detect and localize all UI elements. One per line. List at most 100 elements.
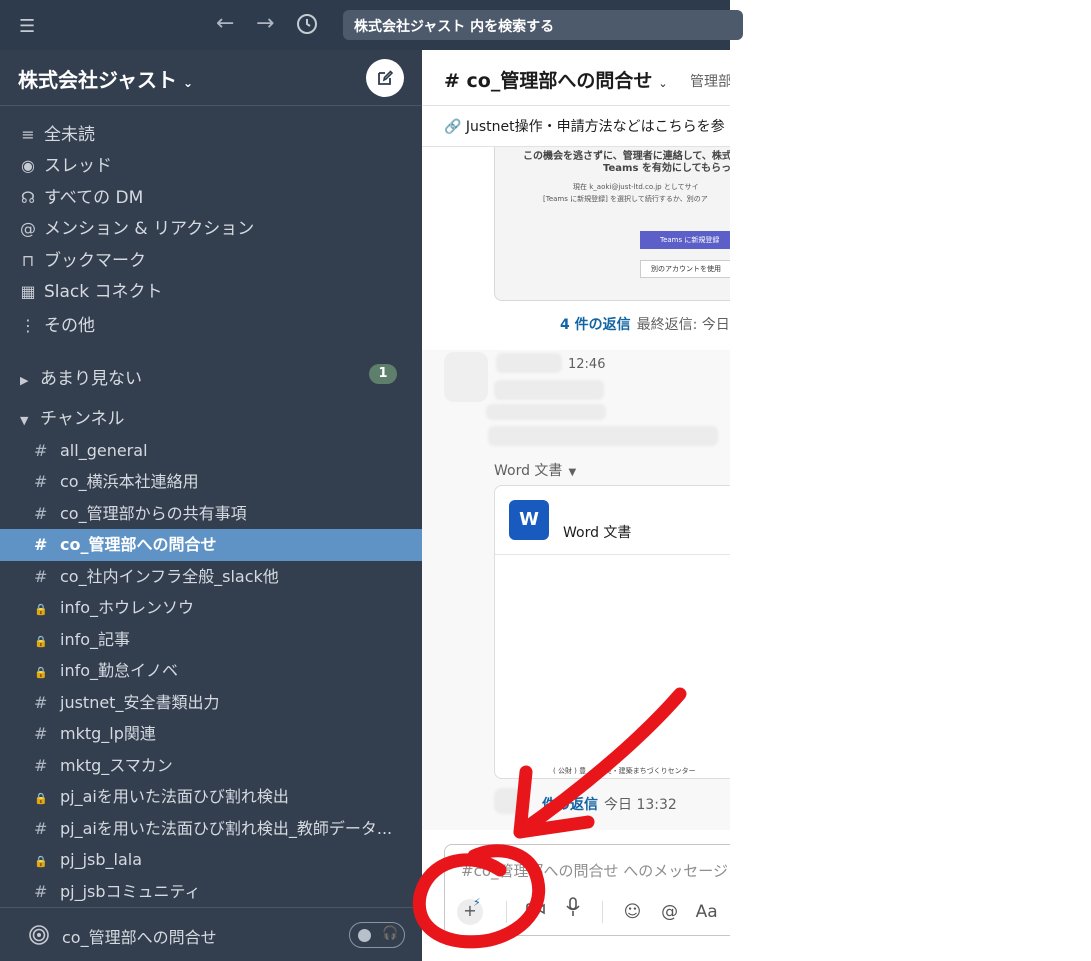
redacted-avatar <box>494 788 522 814</box>
search-bar[interactable]: 株式会社ジャスト 内を検索する <box>343 10 743 40</box>
hash-icon: # <box>34 756 48 775</box>
lock-icon: 🔒 <box>34 855 48 868</box>
channel-title[interactable]: # co_管理部への問合せ ⌄ <box>444 66 668 93</box>
top-bar: ☰ ← → 株式会社ジャスト 内を検索する <box>0 0 743 50</box>
channel-item[interactable]: # mktg_lp関連 <box>0 718 422 750</box>
reply-count[interactable]: 4 件の返信 <box>560 317 631 333</box>
section-rarely-viewed[interactable]: ▶ あまり見ない <box>20 364 142 389</box>
unread-badge: 1 <box>369 364 397 384</box>
hash-icon: # <box>34 882 48 901</box>
channel-item[interactable]: 🔒 pj_aiを用いた法面ひび割れ検出 <box>0 781 422 813</box>
image-text-line: [Teams に新規登録] を選択して続行するか、別のア <box>543 195 708 203</box>
channel-item[interactable]: # mktg_スマカン <box>0 750 422 782</box>
message-timestamp[interactable]: 12:46 <box>568 357 605 372</box>
add-attachment-button[interactable]: + ⚡ <box>457 896 483 925</box>
at-icon: @ <box>20 219 36 238</box>
hamburger-menu-icon[interactable]: ☰ <box>19 16 35 37</box>
sidebar: 株式会社ジャスト ⌄ ≡ 全未読 ◉ スレッド ☊ すべての DM @ メンション & リ… <box>0 50 422 961</box>
divider <box>602 901 604 923</box>
file-header: W Word 文書 <box>495 486 730 555</box>
caret-down-icon: ▼ <box>20 414 29 427</box>
channel-item[interactable]: 🔒 info_ホウレンソウ <box>0 592 422 624</box>
compose-icon <box>378 70 394 85</box>
hash-icon: # <box>34 535 48 554</box>
chevron-down-icon: ⌄ <box>658 77 668 90</box>
building-icon: ▦ <box>20 282 36 301</box>
hash-icon: # <box>34 472 48 491</box>
lock-icon: 🔒 <box>34 792 48 805</box>
lock-icon: 🔒 <box>34 635 48 648</box>
channel-item[interactable]: # pj_jsbコミュニティ <box>0 876 422 908</box>
huddle-channel-label: co_管理部への問合せ <box>62 928 217 947</box>
reply-count[interactable]: 件の返信 <box>542 797 598 813</box>
huddle-toggle[interactable]: 🎧 <box>349 922 405 948</box>
avatar[interactable] <box>444 352 488 402</box>
history-clock-icon[interactable] <box>296 12 318 40</box>
nav-bookmarks[interactable]: ⊓ ブックマーク <box>18 248 146 274</box>
channel-item[interactable]: # co_横浜本社連絡用 <box>0 466 422 498</box>
caret-right-icon: ▶ <box>20 374 29 387</box>
hash-icon: # <box>34 819 48 838</box>
nav-mentions[interactable]: @ メンション & リアクション <box>18 216 254 242</box>
nav-slack-connect[interactable]: ▦ Slack コネクト <box>18 279 162 305</box>
file-name[interactable]: Word 文書 <box>563 522 631 542</box>
headphones-icon: 🎧 <box>382 926 399 941</box>
channel-topic: 管理部 <box>690 74 730 90</box>
huddle-broadcast-icon <box>28 924 50 951</box>
chevron-down-icon: ⌄ <box>183 76 194 90</box>
message-input[interactable]: #co_管理部への問合せ へのメッセージ <box>461 860 728 881</box>
nav-all-unreads[interactable]: ≡ 全未読 <box>18 122 95 148</box>
lock-icon: 🔒 <box>34 666 48 679</box>
word-document-icon: W <box>509 500 549 540</box>
hash-icon: # <box>34 724 48 743</box>
section-channels[interactable]: ▼ チャンネル <box>20 404 125 429</box>
video-icon[interactable] <box>520 897 552 927</box>
hash-icon: # <box>34 567 48 586</box>
channel-item[interactable]: # all_general <box>0 435 422 467</box>
channel-item[interactable]: 🔒 pj_jsb_lala <box>0 844 422 876</box>
channel-item[interactable]: 🔒 info_勤怠イノベ <box>0 655 422 687</box>
file-attachment[interactable]: W Word 文書 ( 公財 ) 豊 … 防災・建築まちづくりセンター <box>494 485 730 779</box>
channel-item[interactable]: # co_管理部からの共有事項 <box>0 498 422 530</box>
message-composer[interactable]: #co_管理部への問合せ へのメッセージ + ⚡ ☺ @ Aa <box>444 844 730 936</box>
link-icon: 🔗 <box>444 119 466 135</box>
composer-toolbar: + ⚡ ☺ @ Aa <box>457 896 723 927</box>
mention-at-icon[interactable]: @ <box>654 897 686 927</box>
channel-view: # co_管理部への問合せ ⌄ 管理部 🔗 Justnet操作・申請方法などはこち… <box>422 50 730 961</box>
format-text-button[interactable]: Aa <box>691 897 723 927</box>
forward-arrow-icon[interactable]: → <box>256 12 274 36</box>
microphone-icon[interactable] <box>557 897 589 927</box>
last-reply: 最終返信: 今日 <box>636 317 730 333</box>
image-button: Teams に新規登録 <box>640 231 730 249</box>
lock-icon: 🔒 <box>34 603 48 616</box>
embedded-image[interactable]: この機会を逃さずに、管理者に連絡して、株式 Teams を有効にしてもらっ 現在… <box>494 147 730 301</box>
workspace-name[interactable]: 株式会社ジャスト ⌄ <box>18 64 193 93</box>
redacted-text <box>494 380 604 400</box>
last-reply: 今日 13:32 <box>604 797 677 813</box>
toggle-knob <box>358 929 371 942</box>
back-arrow-icon[interactable]: ← <box>216 12 234 36</box>
nav-more[interactable]: ⋮ その他 <box>18 313 95 339</box>
unreads-icon: ≡ <box>21 125 35 144</box>
emoji-icon[interactable]: ☺ <box>616 897 648 927</box>
file-type-dropdown[interactable]: Word 文書 ▼ <box>494 460 576 480</box>
nav-all-dms[interactable]: ☊ すべての DM <box>18 185 143 211</box>
dm-icon: ☊ <box>20 188 36 207</box>
threads-icon: ◉ <box>21 156 35 175</box>
channel-item[interactable]: # justnet_安全書類出力 <box>0 687 422 719</box>
image-button: 別のアカウントを使用 <box>640 260 730 278</box>
image-text-line: Teams を有効にしてもらっ <box>603 163 730 174</box>
redacted-name <box>496 353 562 373</box>
redacted-text <box>488 426 718 446</box>
thread-replies[interactable]: 件の返信 今日 13:32 <box>542 794 677 814</box>
huddle-bar: co_管理部への問合せ 🎧 <box>0 907 422 961</box>
channel-item[interactable]: # co_社内インフラ全般_slack他 <box>0 561 422 593</box>
thread-replies[interactable]: 4 件の返信 最終返信: 今日 <box>560 314 730 334</box>
compose-button[interactable] <box>366 59 404 97</box>
channel-item[interactable]: 🔒 info_記事 <box>0 624 422 656</box>
channel-item-active[interactable]: # co_管理部への問合せ <box>0 529 422 561</box>
nav-threads[interactable]: ◉ スレッド <box>18 153 112 179</box>
hash-icon: # <box>34 441 48 460</box>
bookmark-link[interactable]: 🔗 Justnet操作・申請方法などはこちらを参 <box>444 116 725 136</box>
channel-item[interactable]: # pj_aiを用いた法面ひび割れ検出_教師データ... <box>0 813 422 845</box>
